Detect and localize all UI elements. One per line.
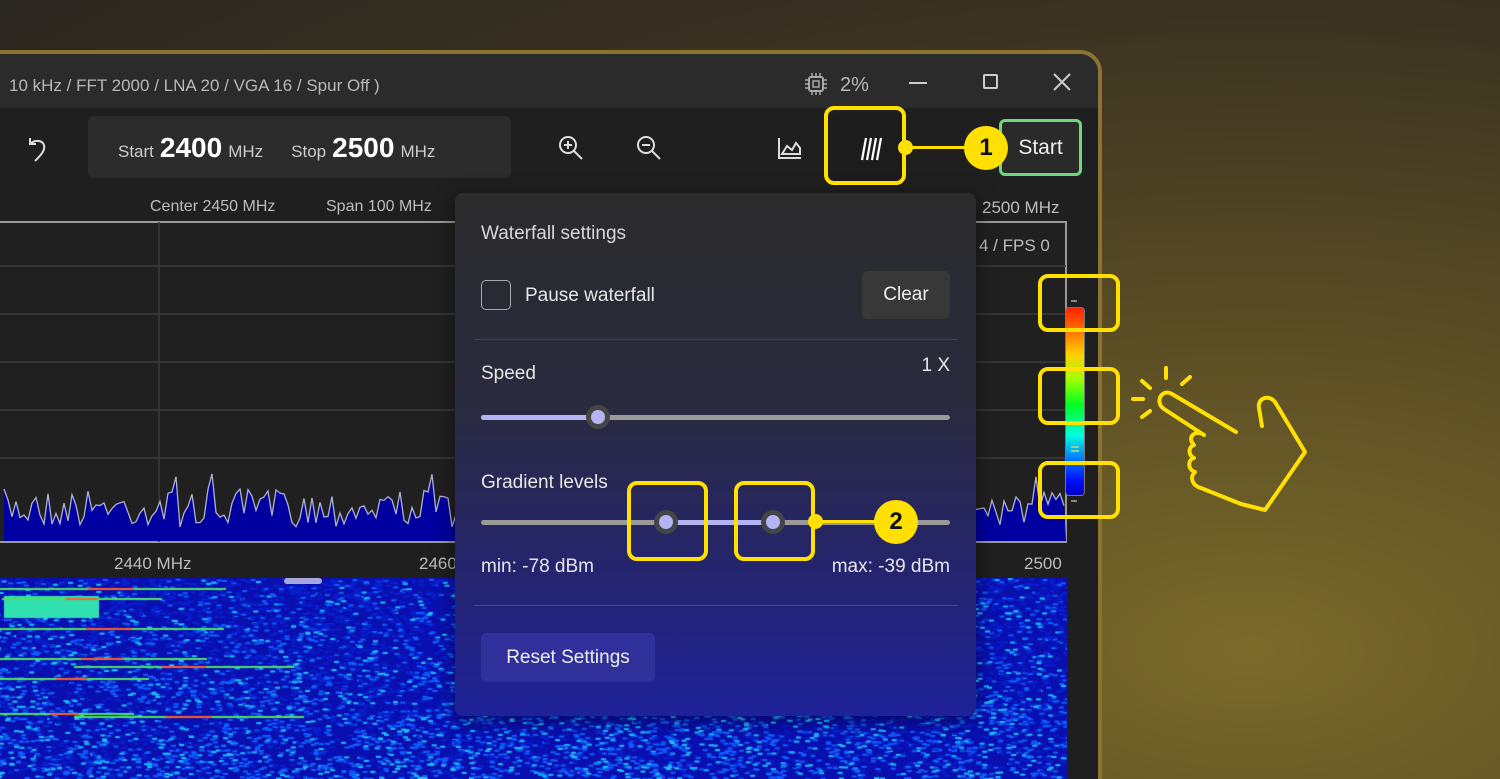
step-2-badge: 2 (874, 500, 918, 544)
center-frequency: Center 2450 MHz (150, 198, 276, 215)
cpu-usage: 2% (840, 74, 869, 96)
stop-unit: MHz (400, 142, 436, 161)
speed-thumb[interactable] (586, 405, 611, 429)
axis-tick: 2460 (419, 554, 457, 573)
spectrum-chart-icon[interactable] (777, 136, 803, 160)
minimize-button[interactable] (909, 82, 927, 84)
highlight-max-thumb (734, 481, 815, 561)
end-frequency: 2500 MHz (982, 198, 1060, 217)
waterfall-settings-popup: Waterfall settings Pause waterfall Clear… (455, 193, 976, 716)
stop-label: Stop (291, 142, 327, 161)
step-1-badge: 1 (964, 126, 1008, 170)
popup-title: Waterfall settings (481, 223, 627, 244)
max-level-text: max: -39 dBm (831, 556, 950, 577)
span: Span 100 MHz (326, 198, 432, 215)
reset-settings-button[interactable]: Reset Settings (481, 633, 655, 682)
tap-hand-icon (1131, 366, 1307, 512)
start-unit: MHz (228, 142, 264, 161)
min-level-text: min: -78 dBm (481, 556, 594, 577)
cpu-chip-icon (805, 73, 827, 95)
start-frequency[interactable]: 2400 (160, 132, 222, 164)
zoom-out-icon[interactable] (635, 134, 665, 164)
speed-label: Speed (481, 363, 536, 384)
pause-waterfall-label: Pause waterfall (525, 285, 655, 306)
highlight-gradient-bottom (1038, 461, 1120, 519)
frequency-range[interactable]: Start 2400 MHz Stop 2500 MHz (88, 116, 511, 178)
undo-icon[interactable] (26, 135, 50, 163)
highlight-gradient-top (1038, 274, 1120, 332)
zoom-in-icon[interactable] (557, 134, 587, 164)
toolbar: Start 2400 MHz Stop 2500 MHz Start (0, 108, 1098, 192)
gradient-mid-handle[interactable] (1071, 446, 1079, 448)
start-button[interactable]: Start (999, 119, 1082, 176)
divider (474, 339, 958, 340)
fps-readout: 4 / FPS 0 (979, 236, 1050, 255)
speed-fill (481, 415, 599, 420)
close-button[interactable] (1052, 72, 1072, 92)
highlight-waterfall-button (824, 106, 906, 185)
stop-frequency[interactable]: 2500 (332, 132, 394, 164)
window-title: 10 kHz / FFT 2000 / LNA 20 / VGA 16 / Sp… (9, 76, 380, 95)
axis-tick: 2440 MHz (114, 554, 192, 573)
highlight-min-thumb (627, 481, 708, 561)
callout-dot (898, 140, 913, 155)
start-label: Start (118, 142, 154, 161)
callout-line (905, 146, 967, 149)
gradient-levels-label: Gradient levels (481, 472, 608, 493)
speed-value: 1 X (921, 355, 950, 376)
maximize-button[interactable] (983, 74, 998, 89)
callout-dot (808, 514, 823, 529)
pause-waterfall-checkbox[interactable] (481, 280, 511, 310)
highlight-gradient-mid (1038, 367, 1120, 425)
title-bar: 10 kHz / FFT 2000 / LNA 20 / VGA 16 / Sp… (0, 54, 1098, 108)
waterfall-resize-handle[interactable] (284, 578, 322, 584)
callout-line (815, 520, 875, 523)
divider (474, 605, 958, 606)
clear-button[interactable]: Clear (862, 271, 950, 319)
